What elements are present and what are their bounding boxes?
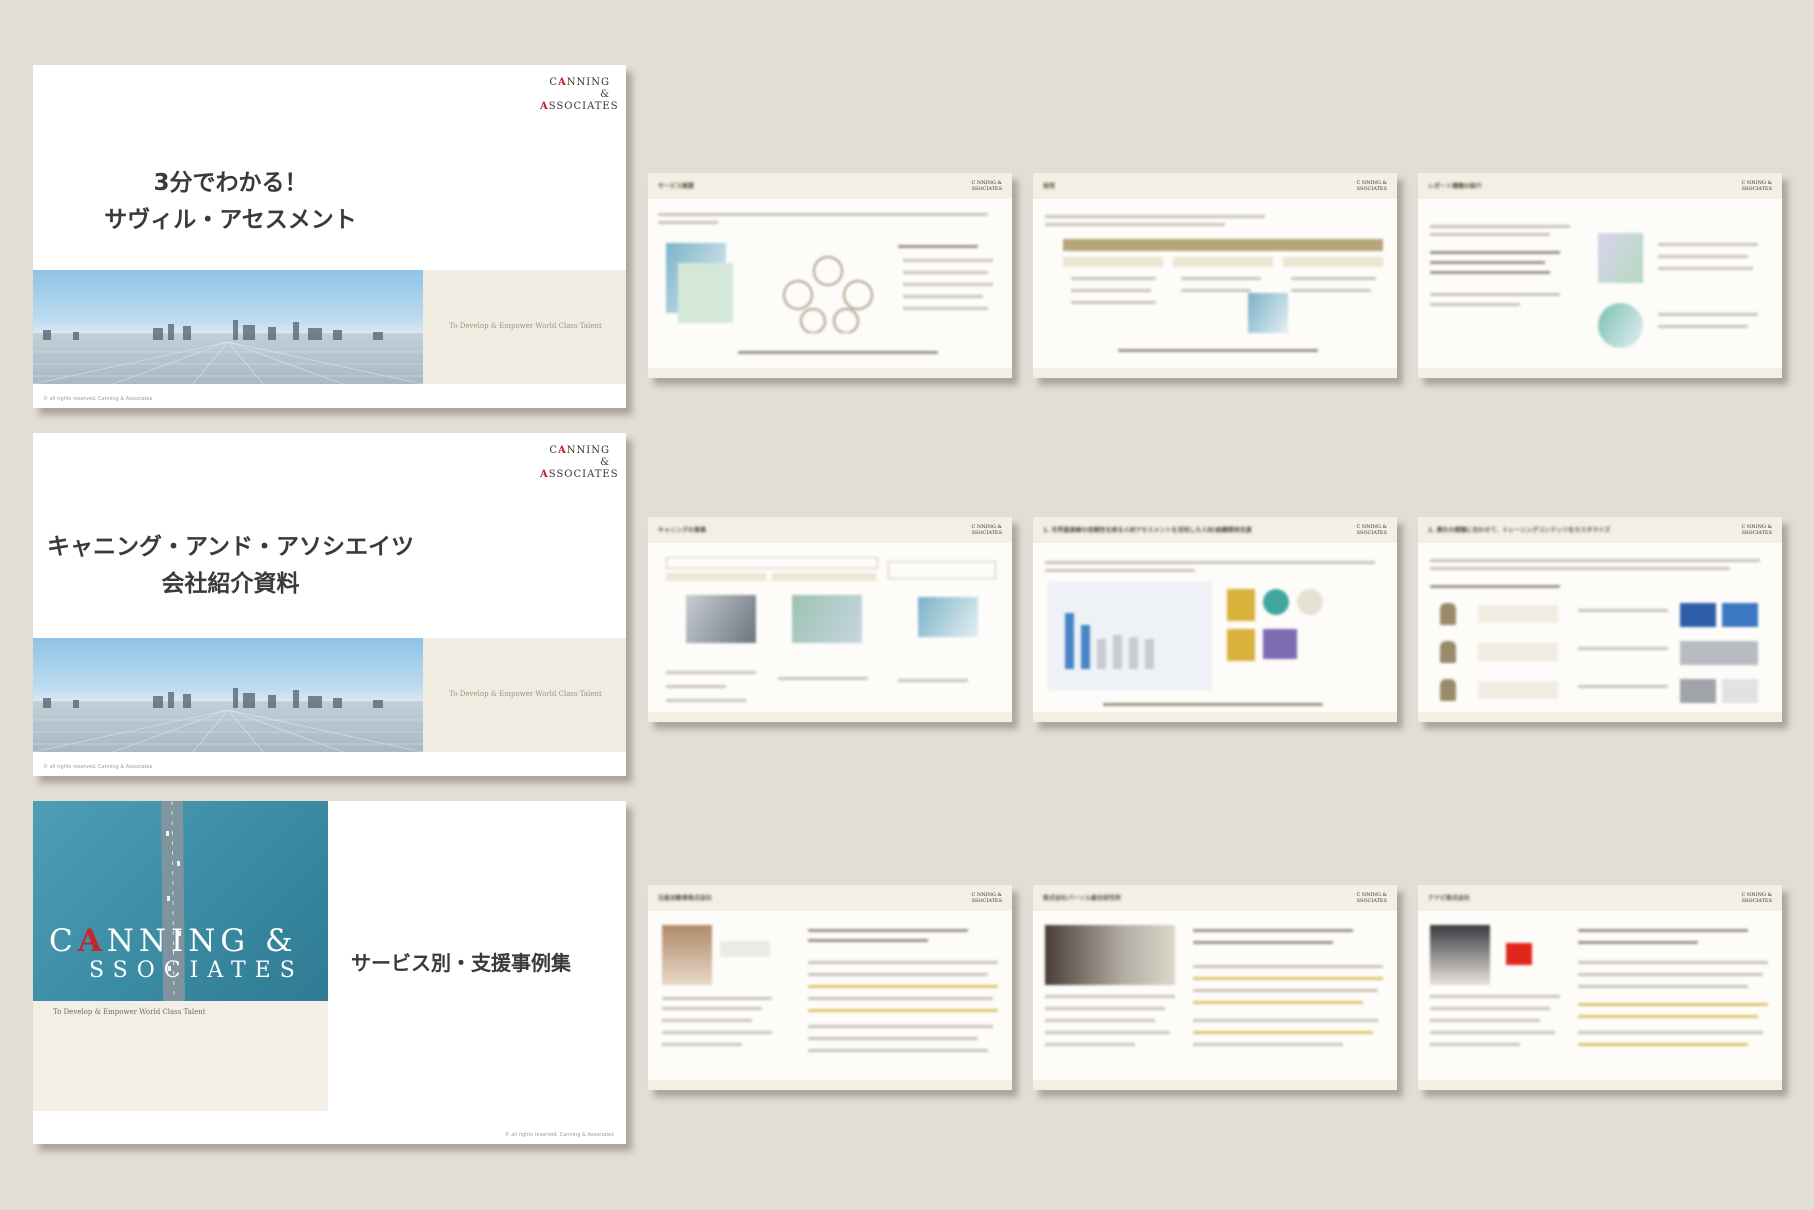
tagline: To Develop & Empower World Class Talent [449,322,602,330]
cover-beige-panel [33,1001,328,1111]
slide-header: アドビ株式会社 [1428,895,1471,902]
cover-slide-company[interactable]: CANNING & ASSOCIATES キャニング・アンド・アソシエイツ 会社… [33,433,626,776]
tagline: To Develop & Empower World Class Talent [449,690,602,698]
copyright: © all rights reserved. Canning & Associa… [43,396,153,402]
thumbnail-slide-case-persol[interactable]: 株式会社パーソル総合研究所 C NNING & SSOCIATES [1033,885,1397,1090]
canning-logo: C NNING & SSOCIATES [1356,180,1387,192]
thumbnail-slide-recruitment[interactable]: 採用 C NNING & SSOCIATES [1033,173,1397,378]
slide-header: 2. 貴社の課題に合わせて、トレーニングコンテンツをカスタマイズ [1428,527,1611,534]
thumbnail-slide-assessment-support[interactable]: 1. 世界最高峰の信頼性を誇る人材アセスメントを活用した人材/組織開発支援 C … [1033,517,1397,722]
thumbnail-slide-training-custom[interactable]: 2. 貴社の課題に合わせて、トレーニングコンテンツをカスタマイズ C NNING… [1418,517,1782,722]
canning-logo: C NNING & SSOCIATES [1356,892,1387,904]
canning-logo: CANNING & ASSOCIATES [540,77,619,112]
cover-beige-band: To Develop & Empower World Class Talent [423,638,626,752]
canning-logo: C NNING & SSOCIATES [971,892,1002,904]
thumbnail-slide-report-types[interactable]: レポート種類の紹介 C NNING & SSOCIATES [1418,173,1782,378]
cover-slide-case-studies[interactable]: CANNING & SSOCIATES To Develop & Empower… [33,801,626,1144]
canning-logo: C NNING & SSOCIATES [971,180,1002,192]
canning-logo: C NNING & SSOCIATES [1741,892,1772,904]
slide-header: 採用 [1043,183,1056,190]
copyright: © all rights reserved. Canning & Associa… [43,764,153,770]
slide-header: レポート種類の紹介 [1428,183,1483,190]
canning-logo: C NNING & SSOCIATES [1356,524,1387,536]
slide-header: 1. 世界最高峰の信頼性を誇る人材アセスメントを活用した人材/組織開発支援 [1043,527,1252,534]
tagline: To Develop & Empower World Class Talent [53,1008,206,1016]
cover-title: キャニング・アンド・アソシエイツ 会社紹介資料 [46,534,415,597]
slide-header: 日産自動車株式会社 [658,895,713,902]
canning-logo: C NNING & SSOCIATES [1741,524,1772,536]
thumbnail-slide-business[interactable]: キャニングの事業 C NNING & SSOCIATES [648,517,1012,722]
thumbnail-slide-case-nissan[interactable]: 日産自動車株式会社 C NNING & SSOCIATES [648,885,1012,1090]
cover-slide-saville[interactable]: CANNING & ASSOCIATES 3分でわかる！ サヴィル・アセスメント [33,65,626,408]
canning-logo: C NNING & SSOCIATES [1741,180,1772,192]
thumbnail-slide-service-overview[interactable]: サービス概要 C NNING & SSOCIATES [648,173,1012,378]
cover-beige-band: To Develop & Empower World Class Talent [423,270,626,384]
canning-brand-logo: CANNING & SSOCIATES [49,923,304,984]
slide-header: サービス概要 [658,183,695,190]
canning-logo: C NNING & SSOCIATES [971,524,1002,536]
slide-header: 株式会社パーソル総合研究所 [1043,895,1122,902]
city-skyline-image [33,270,423,384]
copyright: © all rights reserved. Canning & Associa… [504,1132,614,1138]
teal-sea-bridge-image: CANNING & SSOCIATES [33,801,328,1001]
slide-header: キャニングの事業 [658,527,707,534]
city-skyline-image [33,638,423,752]
cover-title: サービス別・支援事例集 [351,951,571,975]
cover-title: 3分でわかる！ サヴィル・アセスメント [104,170,357,233]
thumbnail-slide-case-adobe[interactable]: アドビ株式会社 C NNING & SSOCIATES [1418,885,1782,1090]
canning-logo: CANNING & ASSOCIATES [540,445,619,480]
